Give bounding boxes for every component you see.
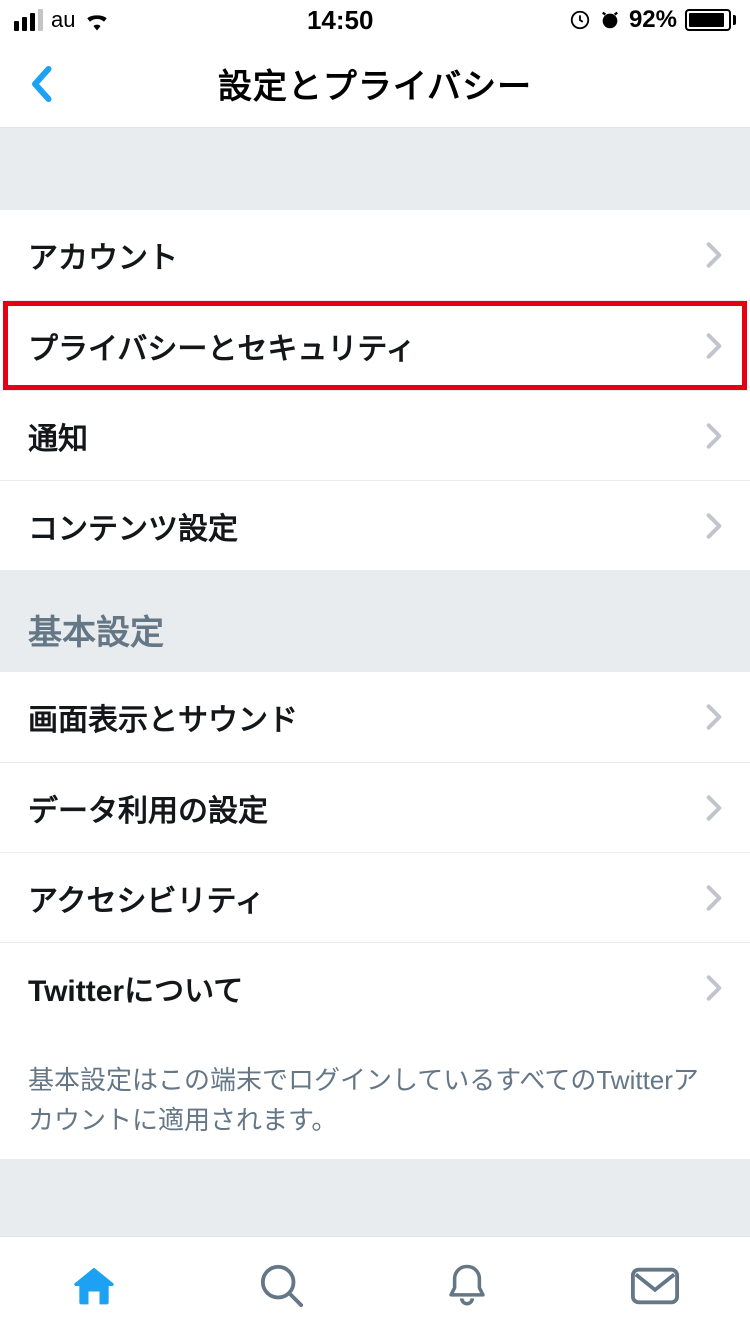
row-accessibility[interactable]: アクセシビリティ (0, 852, 750, 942)
bottom-spacer (0, 1159, 750, 1236)
row-data-usage[interactable]: データ利用の設定 (0, 762, 750, 852)
status-right: 92% (569, 6, 736, 34)
chevron-right-icon (706, 794, 722, 822)
row-label: コンテンツ設定 (28, 504, 238, 548)
status-bar: au 14:50 92% (0, 0, 750, 40)
back-button[interactable] (20, 56, 62, 112)
status-time: 14:50 (307, 5, 374, 36)
tab-bar (0, 1236, 750, 1334)
section-header-basic: 基本設定 (0, 570, 750, 672)
chevron-right-icon (706, 332, 722, 360)
chevron-right-icon (706, 422, 722, 450)
mail-icon (630, 1266, 680, 1306)
tab-messages[interactable] (606, 1250, 704, 1322)
wifi-icon (83, 9, 111, 31)
rotation-lock-icon (569, 9, 591, 31)
row-content-settings[interactable]: コンテンツ設定 (0, 480, 750, 570)
row-display-sound[interactable]: 画面表示とサウンド (0, 672, 750, 762)
row-label: 通知 (28, 414, 88, 458)
row-label: データ利用の設定 (28, 786, 268, 830)
settings-section-1: アカウント プライバシーとセキュリティ 通知 コンテンツ設定 (0, 210, 750, 570)
page-title: 設定とプライバシー (0, 59, 750, 108)
row-label: プライバシーとセキュリティ (28, 324, 416, 368)
bell-icon (445, 1263, 489, 1309)
chevron-left-icon (30, 66, 52, 102)
chevron-right-icon (706, 974, 722, 1002)
chevron-right-icon (706, 241, 722, 269)
tab-search[interactable] (235, 1247, 329, 1325)
chevron-right-icon (706, 884, 722, 912)
home-icon (70, 1264, 118, 1308)
row-notifications[interactable]: 通知 (0, 390, 750, 480)
settings-section-2: 画面表示とサウンド データ利用の設定 アクセシビリティ Twitterについて … (0, 672, 750, 1159)
row-label: 画面表示とサウンド (28, 695, 298, 739)
row-label: Twitterについて (28, 966, 243, 1010)
navigation-bar: 設定とプライバシー (0, 40, 750, 128)
battery-icon (685, 9, 736, 31)
search-icon (259, 1263, 305, 1309)
tab-notifications[interactable] (421, 1247, 513, 1325)
row-privacy-security[interactable]: プライバシーとセキュリティ (0, 300, 750, 390)
section-gap (0, 128, 750, 210)
tab-home[interactable] (46, 1248, 142, 1324)
battery-percent: 92% (629, 6, 677, 34)
row-label: アクセシビリティ (28, 876, 265, 920)
row-account[interactable]: アカウント (0, 210, 750, 300)
carrier-label: au (51, 7, 75, 33)
row-about-twitter[interactable]: Twitterについて (0, 942, 750, 1032)
chevron-right-icon (706, 703, 722, 731)
status-left: au (14, 7, 111, 33)
signal-icon (14, 9, 43, 31)
alarm-icon (599, 9, 621, 31)
row-label: アカウント (28, 233, 178, 277)
section-footer-note: 基本設定はこの端末でログインしているすべてのTwitterアカウントに適用されま… (0, 1032, 750, 1159)
chevron-right-icon (706, 512, 722, 540)
